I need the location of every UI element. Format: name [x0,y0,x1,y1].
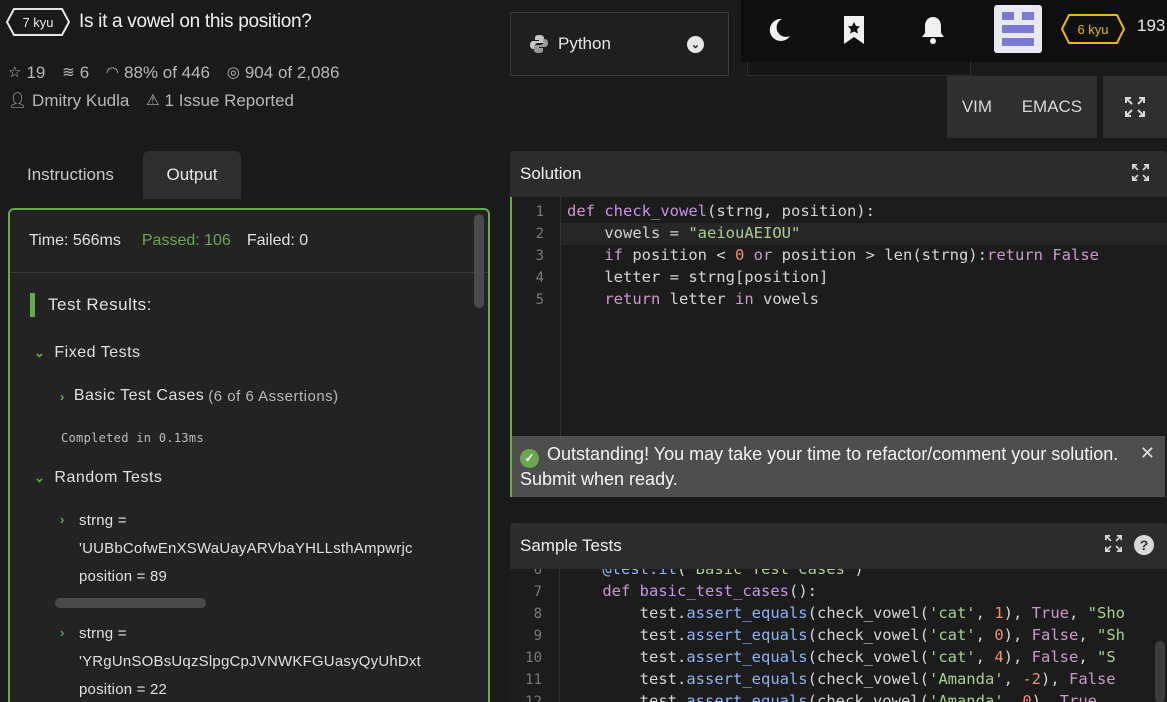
expand-icon[interactable] [1132,164,1149,186]
chevron-down-icon: ⌄ [34,470,46,485]
kata-title: Is it a vowel on this position? [79,11,312,32]
fullscreen-button[interactable] [1103,76,1167,138]
language-select[interactable]: Python ⌄ [510,12,729,76]
code-line: test.assert_equals(check_vowel('cat', 1)… [565,604,1125,622]
output-scrollbar[interactable] [474,214,484,308]
check-circle-icon: ✓ [520,449,539,468]
issues-link[interactable]: ⚠ 1 Issue Reported [146,87,294,114]
close-icon[interactable]: ✕ [1140,442,1155,465]
expand-icon [1125,97,1145,117]
bell-icon[interactable] [913,12,953,48]
code-line: if position < 0 or position > len(strng)… [604,246,1099,264]
collections-stat[interactable]: ≋ 6 [62,59,89,86]
completions-stat: ◎ 904 of 2,086 [227,59,340,86]
top-navbar: 6 kyu 193 [741,0,1167,62]
line-number: 10 [525,650,542,666]
code-line: test.assert_equals(check_vowel('Amanda',… [565,670,1116,688]
horizontal-scrollbar[interactable] [55,598,206,608]
line-number: 9 [533,628,542,644]
chevron-down-icon: ⌄ [34,345,46,360]
moon-icon[interactable] [759,12,799,48]
avatar[interactable] [994,5,1042,53]
line-number: 2 [535,226,544,242]
code-line: def basic_test_cases(): [602,582,817,600]
fixed-tests-group[interactable]: ⌄ Fixed Tests [34,344,141,362]
kata-rank-badge: 7 kyu [6,8,70,36]
line-number: 5 [535,292,544,308]
honor-count: 193 [1137,16,1166,35]
author-link[interactable]: 👤︎ Dmitry Kudla [8,87,129,114]
star-icon: ☆ [8,64,22,81]
language-label: Python [558,34,611,53]
passed-label: Passed: 106 [141,232,231,249]
target-icon: ◎ [226,64,240,81]
emacs-button[interactable]: EMACS [1022,97,1082,117]
bookmark-star-icon[interactable] [834,12,874,48]
tab-instructions[interactable]: Instructions [10,151,140,199]
tab-output[interactable]: Output [143,151,241,199]
line-number: 6 [533,569,542,578]
random-test-item[interactable]: strng = 'UUBbCofwEnXSWaUayARVbaYHLLsthAm… [79,507,413,591]
satisfaction-stat: ◠ 88% of 446 [106,59,210,86]
code-line: vowels = "aeiouAEIOU" [567,224,801,242]
code-line: @test.it('Basic Test Cases') [602,569,864,578]
random-test-chevron[interactable]: › [60,625,74,640]
line-number: 7 [533,584,542,600]
chevron-right-icon: › [60,512,65,527]
expand-icon[interactable] [1105,535,1122,557]
time-label: Time: 566ms [29,232,121,249]
line-number: 8 [533,606,542,622]
warning-icon: ⚠ [146,92,160,109]
banner-message: Outstanding! You may take your time to r… [520,444,1119,489]
chevron-right-icon: › [60,388,65,404]
dropdown-edge [747,62,971,76]
random-tests-group[interactable]: ⌄ Random Tests [34,469,162,487]
chevron-down-icon: ⌄ [687,36,704,53]
output-panel: Time: 566ms Passed: 106 Failed: 0 Test R… [8,208,490,702]
code-line: test.assert_equals(check_vowel('cat', 4)… [565,648,1116,666]
stars-stat[interactable]: ☆ 19 [8,59,45,86]
line-number: 12 [525,694,542,702]
success-banner: ✓ Outstanding! You may take your time to … [512,436,1165,497]
user-icon: 👤︎ [8,92,28,109]
layers-icon: ≋ [62,64,75,81]
user-rank-label: 6 kyu [1077,21,1109,37]
random-test-chevron[interactable]: › [60,512,74,527]
line-number: 11 [525,672,542,688]
test-summary: Time: 566ms Passed: 106 Failed: 0 [10,210,488,273]
code-line: test.assert_equals(check_vowel('cat', 0)… [565,626,1126,644]
editor-mode-group: VIM EMACS [947,76,1097,138]
solution-header: Solution [510,151,1167,197]
test-results-heading: Test Results: [30,293,152,317]
random-test-item[interactable]: strng = 'YRgUnSOBsUqzSlpgCpJVNWKFGUasyQy… [79,620,421,702]
solution-title: Solution [520,164,582,183]
basic-test-cases-group[interactable]: › Basic Test Cases (6 of 6 Assertions) [60,387,339,405]
kata-stats: ☆ 19 ≋ 6 ◠ 88% of 446 ◎ 904 of 2,086 👤︎ Dmitr… [8,58,488,114]
code-line: letter = strng[position] [567,268,829,286]
completed-time: Completed in 0.13ms [61,431,204,445]
gauge-icon: ◠ [105,64,119,81]
line-number: 4 [535,270,544,286]
sample-scrollbar[interactable] [1155,641,1165,702]
sample-tests-header: Sample Tests ? [510,523,1167,569]
kata-rank-label: 7 kyu [22,14,54,30]
user-rank-badge[interactable]: 6 kyu [1060,14,1126,44]
chevron-right-icon: › [60,625,65,640]
vim-button[interactable]: VIM [962,97,992,117]
code-line: test.assert_equals(check_vowel('Amanda',… [565,692,1097,702]
line-number: 3 [535,248,544,264]
failed-label: Failed: 0 [246,232,309,249]
line-number: 1 [535,204,544,220]
sample-tests-editor[interactable]: 6 7 8 9 10 11 12 @test.it('Basic Test Ca… [510,569,1167,702]
code-line: return letter in vowels [604,290,819,308]
line-gutter: 6 7 8 9 10 11 12 [510,569,560,702]
code-line: def check_vowel(strng, position): [567,202,875,220]
sample-tests-title: Sample Tests [520,536,622,555]
python-icon [530,35,548,53]
help-icon[interactable]: ? [1134,535,1154,555]
